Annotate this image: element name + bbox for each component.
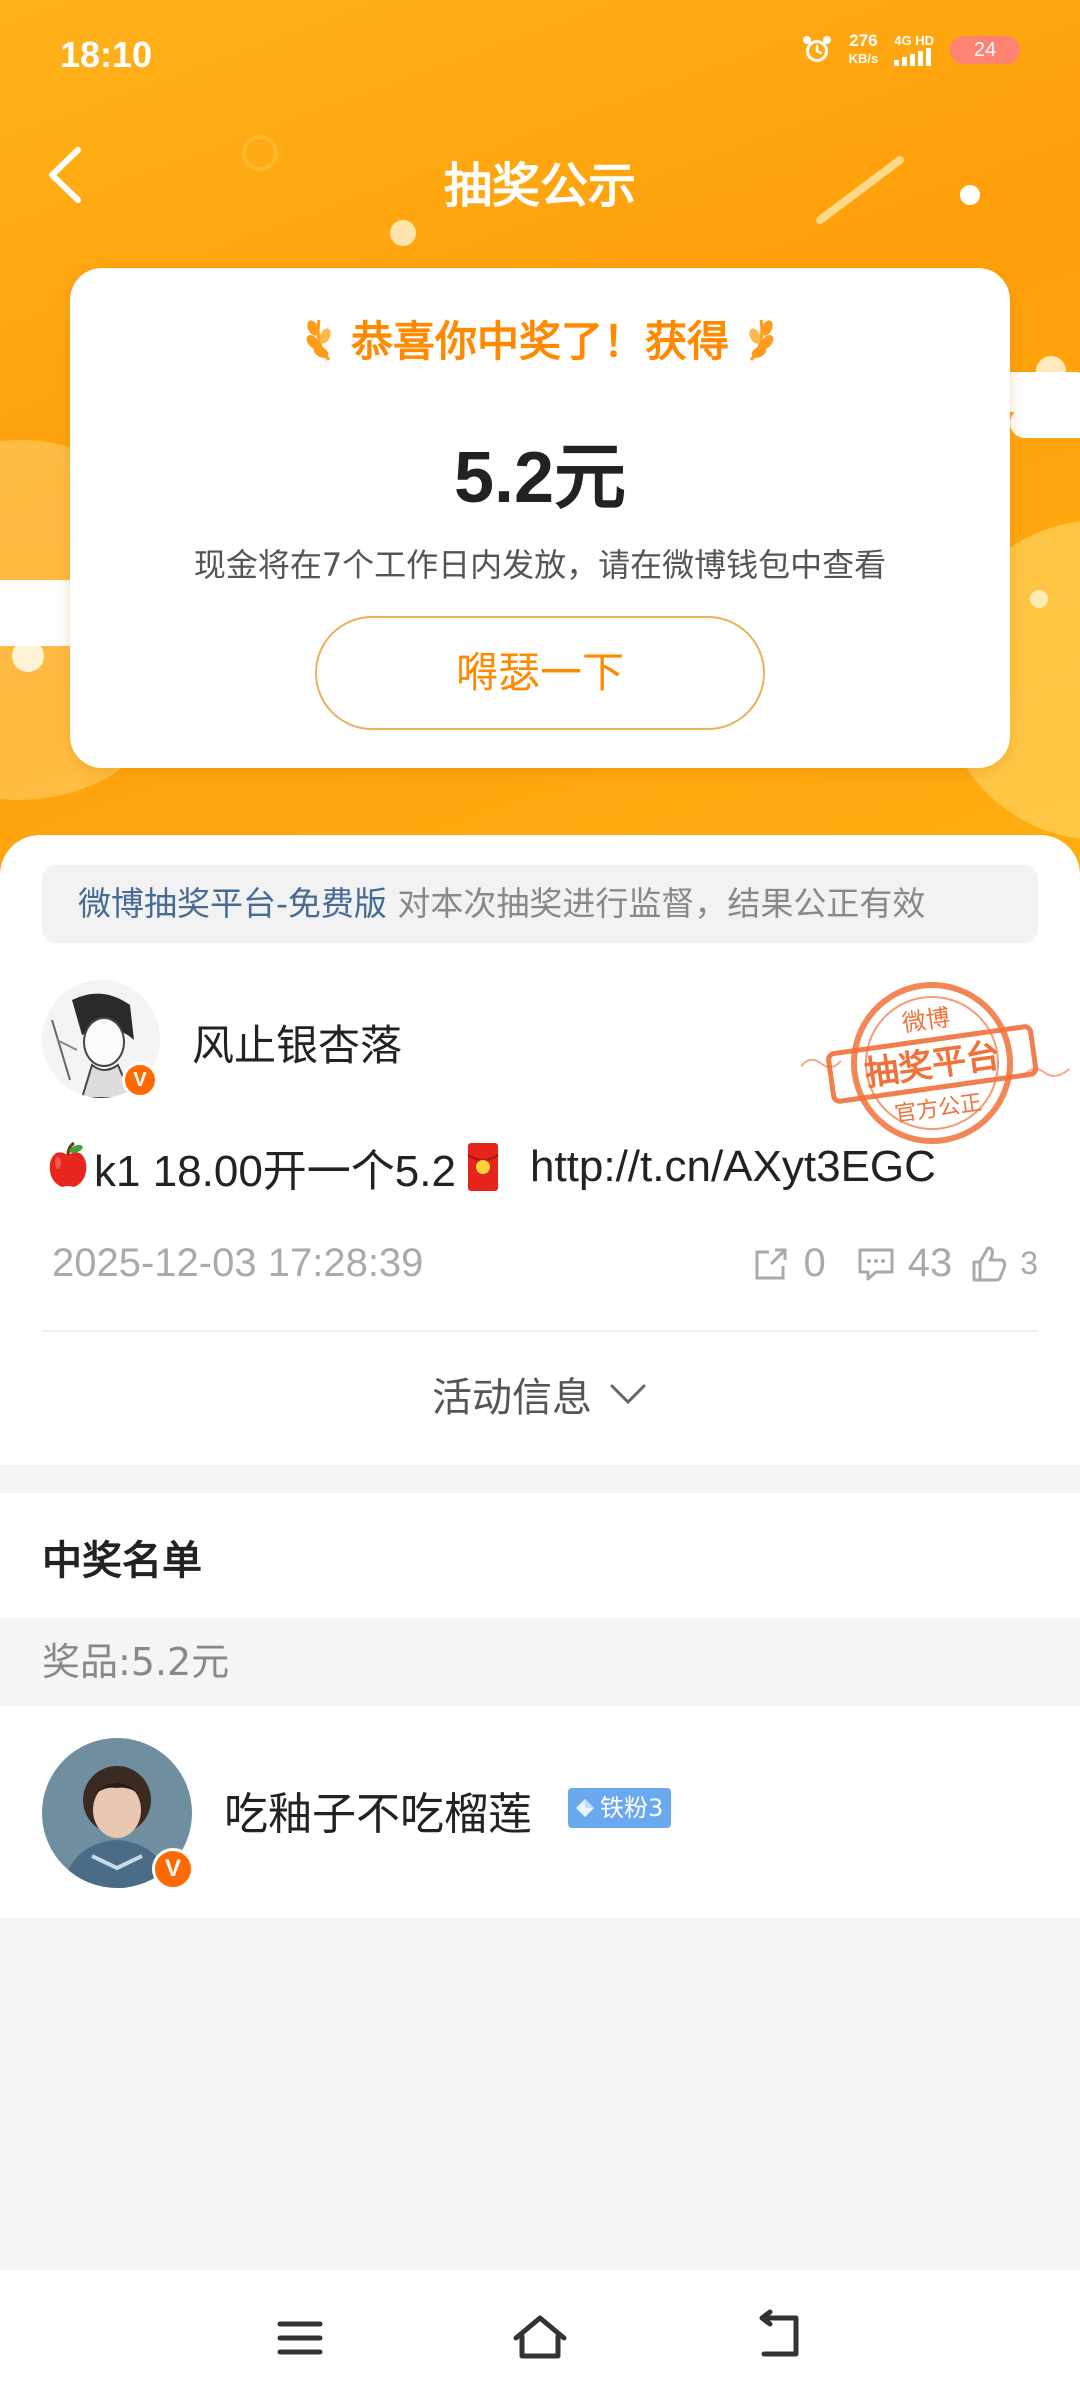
status-bar: 18:10 276 KB/s 4G HD 24 <box>0 0 1080 110</box>
status-icons: 276 KB/s 4G HD 24 <box>801 32 1020 68</box>
lottery-platform-stamp: 微博 抽奖平台 官方公正 <box>800 982 1070 1144</box>
like-icon[interactable] <box>966 1242 1010 1286</box>
prize-label: 奖品:5.2元 <box>0 1618 1080 1706</box>
post-content: k1 18.00开一个5.2 http://t.cn/AXyt3EGC <box>42 1135 936 1199</box>
winner-name[interactable]: 吃釉子不吃榴莲 <box>224 1778 532 1842</box>
fan-badge-label: 铁粉3 <box>600 1794 664 1822</box>
system-nav-bar <box>0 2270 1080 2400</box>
signal-bars-icon <box>894 48 932 66</box>
fan-badge: 铁粉3 <box>568 1788 672 1828</box>
diamond-icon <box>576 1799 594 1817</box>
lottery-platform-link[interactable]: 微博抽奖平台-免费版 <box>78 884 387 923</box>
wheat-right-icon <box>749 319 774 361</box>
comment-icon[interactable] <box>854 1242 898 1286</box>
winner-item[interactable]: V 吃釉子不吃榴莲 铁粉3 <box>42 1738 1042 1890</box>
stamp-top-text: 微博 <box>900 1003 951 1037</box>
menu-icon[interactable] <box>270 2308 330 2368</box>
brag-button[interactable]: 嘚瑟一下 <box>315 616 765 730</box>
verified-badge: V <box>122 1062 158 1098</box>
congrats-text: 恭喜你中奖了！获得 <box>350 317 729 366</box>
net-speed-unit: KB/s <box>848 51 879 66</box>
post-author[interactable]: V 风止银杏落 微博 抽奖平台 官方公正 <box>42 980 1070 1144</box>
red-packet-icon <box>467 1143 499 1191</box>
post-meta: 2025-12-03 17:28:39 0 43 3 <box>42 1235 1038 1295</box>
net-speed-value: 276 <box>849 31 878 50</box>
divider <box>42 1330 1038 1332</box>
supervise-text: 对本次抽奖进行监督，结果公正有效 <box>386 884 926 923</box>
decor-dot <box>1030 590 1048 608</box>
apple-icon <box>49 1141 87 1187</box>
page-title: 抽奖公示 <box>443 158 636 214</box>
winners-section: 中奖名单 奖品:5.2元 V 吃釉子不吃榴莲 铁粉3 <box>0 1493 1080 1918</box>
post-time: 2025-12-03 17:28:39 <box>52 1241 424 1285</box>
supervise-banner: 微博抽奖平台-免费版 对本次抽奖进行监督，结果公正有效 <box>42 865 1038 943</box>
post-text: k1 18.00开一个5.2 <box>94 1147 456 1196</box>
author-name[interactable]: 风止银杏落 <box>192 1012 402 1073</box>
network-type: 4G HD <box>894 33 934 48</box>
verified-badge: V <box>152 1848 194 1890</box>
winners-title: 中奖名单 <box>42 1538 202 1584</box>
alarm-icon <box>802 36 831 62</box>
decor-cloud <box>1010 408 1080 438</box>
net-speed: 276 KB/s <box>849 32 879 68</box>
like-count: 3 <box>1020 1245 1038 1281</box>
win-card: 恭喜你中奖了！获得 5.2元 现金将在7个工作日内发放，请在微博钱包中查看 嘚瑟… <box>70 268 1010 768</box>
back-icon[interactable] <box>750 2308 810 2368</box>
repost-icon[interactable] <box>749 1242 793 1286</box>
activity-info-label: 活动信息 <box>432 1375 592 1421</box>
comment-count: 43 <box>907 1241 953 1285</box>
chevron-down-icon <box>610 1384 646 1405</box>
battery-indicator: 24 <box>950 36 1020 64</box>
post-stats: 0 43 3 <box>749 1241 1038 1286</box>
post-url-link[interactable]: http://t.cn/AXyt3EGC <box>530 1142 936 1192</box>
payout-notice: 现金将在7个工作日内发放，请在微博钱包中查看 <box>193 546 887 584</box>
nav-header: 抽奖公示 <box>0 120 1080 230</box>
wheat-left-icon <box>306 319 331 361</box>
repost-count: 0 <box>803 1241 826 1285</box>
activity-info-toggle[interactable]: 活动信息 <box>0 1365 1080 1423</box>
stamp-bottom-text: 官方公正 <box>893 1091 984 1128</box>
post-section: 微博抽奖平台-免费版 对本次抽奖进行监督，结果公正有效 V 风止银杏落 微博 抽… <box>0 835 1080 1465</box>
home-icon[interactable] <box>510 2308 570 2368</box>
status-time: 18:10 <box>60 34 153 75</box>
prize-amount: 5.2元 <box>453 438 627 518</box>
signal-indicator: 4G HD <box>894 34 934 66</box>
congrats-heading: 恭喜你中奖了！获得 <box>70 308 1010 369</box>
